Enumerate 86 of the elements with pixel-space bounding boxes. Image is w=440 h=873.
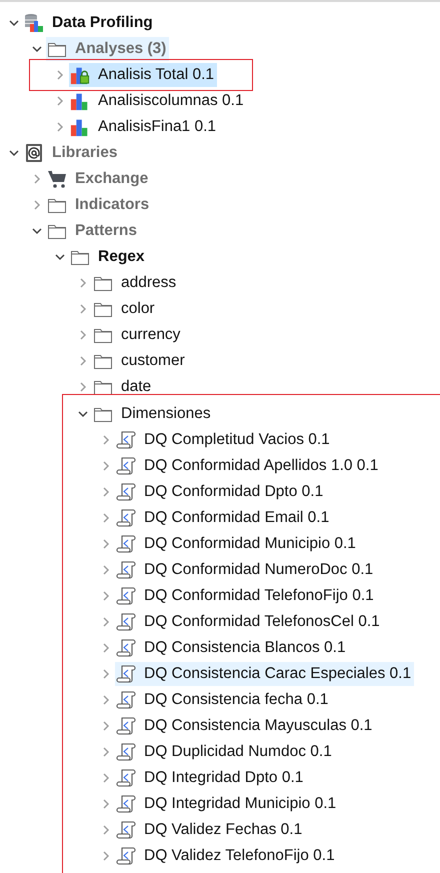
tree-item[interactable]: address <box>92 271 180 295</box>
item-label: Libraries <box>52 144 118 162</box>
tree-item[interactable]: Analisiscolumnas 0.1 <box>69 89 247 113</box>
item-label: currency <box>121 326 180 344</box>
item-label: Indicators <box>75 196 150 214</box>
scroll-icon <box>116 482 136 502</box>
tree-item[interactable]: Analisis Total 0.1 <box>69 63 218 87</box>
tree-item[interactable]: Data Profiling <box>23 11 156 35</box>
item-label: Analisis Total 0.1 <box>98 66 214 84</box>
item-label: Regex <box>98 248 145 266</box>
scroll-icon <box>116 586 136 606</box>
item-label: DQ Validez TelefonoFijo 0.1 <box>144 847 335 865</box>
item-label: DQ Integridad Dpto 0.1 <box>144 769 304 787</box>
tree-item[interactable]: DQ Integridad Municipio 0.1 <box>115 792 340 816</box>
item-label: Analisiscolumnas 0.1 <box>98 92 244 110</box>
item-label: DQ Consistencia Blancos 0.1 <box>144 639 346 657</box>
tree-item[interactable]: DQ Integridad Dpto 0.1 <box>115 766 306 790</box>
tree-item[interactable]: Analyses (3) <box>46 37 170 61</box>
tree-item[interactable]: Exchange <box>46 167 152 191</box>
tree-item[interactable]: DQ Completitud Vacios 0.1 <box>115 428 333 452</box>
tree-item[interactable]: DQ Conformidad Municipio 0.1 <box>115 532 359 556</box>
tree-item[interactable]: Regex <box>69 245 148 269</box>
tree-item[interactable]: DQ Conformidad Dpto 0.1 <box>115 480 326 504</box>
tree-item[interactable]: DQ Consistencia Blancos 0.1 <box>115 636 349 660</box>
scroll-icon <box>116 638 136 658</box>
item-label: DQ Consistencia Carac Especiales 0.1 <box>144 665 412 683</box>
item-label: DQ Conformidad Apellidos 1.0 0.1 <box>144 457 378 475</box>
tree-item[interactable]: DQ Conformidad NumeroDoc 0.1 <box>115 558 376 582</box>
item-label: DQ Consistencia Mayusculas 0.1 <box>144 717 372 735</box>
scroll-icon <box>116 430 136 450</box>
scroll-icon <box>116 742 136 762</box>
item-label: Exchange <box>75 170 148 188</box>
item-label: DQ Conformidad Municipio 0.1 <box>144 535 356 553</box>
tree-item[interactable]: currency <box>92 323 184 347</box>
tree-item[interactable]: Libraries <box>23 141 120 165</box>
scroll-icon <box>116 612 136 632</box>
item-label: color <box>121 300 155 318</box>
scroll-icon <box>116 846 136 866</box>
item-label: DQ Consistencia fecha 0.1 <box>144 691 328 709</box>
tree-item[interactable]: color <box>92 297 158 321</box>
scroll-icon <box>116 716 136 736</box>
item-label: Analyses (3) <box>75 40 166 58</box>
tree-item[interactable]: DQ Consistencia Carac Especiales 0.1 <box>115 662 414 686</box>
tree-item[interactable]: Patterns <box>46 219 140 243</box>
item-label: Data Profiling <box>52 14 153 32</box>
scroll-icon <box>116 794 136 814</box>
item-label: DQ Duplicidad Numdoc 0.1 <box>144 743 332 761</box>
item-label: address <box>121 274 176 292</box>
at-book-icon <box>24 143 44 163</box>
scroll-icon <box>116 820 136 840</box>
tree-item[interactable]: DQ Validez Fechas 0.1 <box>115 818 306 842</box>
tree-item[interactable]: DQ Consistencia fecha 0.1 <box>115 688 332 712</box>
item-label: Dimensiones <box>121 405 211 423</box>
tree-item[interactable]: DQ Conformidad TelefonoFijo 0.1 <box>115 584 377 608</box>
item-label: AnalisisFina1 0.1 <box>98 118 216 136</box>
scroll-icon <box>116 534 136 554</box>
item-label: DQ Conformidad TelefonosCel 0.1 <box>144 613 380 631</box>
item-label: DQ Conformidad Dpto 0.1 <box>144 483 324 501</box>
tree-item[interactable]: DQ Validez TelefonoFijo 0.1 <box>115 844 338 868</box>
item-label: Patterns <box>75 222 138 240</box>
item-label: DQ Conformidad Email 0.1 <box>144 509 330 527</box>
item-label: date <box>121 378 152 396</box>
item-label: customer <box>121 352 185 370</box>
tree-item[interactable]: DQ Consistencia Mayusculas 0.1 <box>115 714 376 738</box>
item-label: DQ Conformidad TelefonoFijo 0.1 <box>144 587 374 605</box>
tree-item[interactable]: DQ Conformidad Apellidos 1.0 0.1 <box>115 454 382 478</box>
item-label: DQ Completitud Vacios 0.1 <box>144 431 330 449</box>
tree-item[interactable]: DQ Conformidad TelefonosCel 0.1 <box>115 610 383 634</box>
tree-item[interactable]: DQ Conformidad Email 0.1 <box>115 506 332 530</box>
tree-item[interactable]: DQ Duplicidad Numdoc 0.1 <box>115 740 335 764</box>
tree-item[interactable]: Indicators <box>46 193 152 217</box>
scroll-icon <box>116 560 136 580</box>
scroll-icon <box>116 508 136 528</box>
scroll-icon <box>116 456 136 476</box>
tree-item[interactable]: AnalisisFina1 0.1 <box>69 115 220 139</box>
scroll-icon <box>116 690 136 710</box>
database-chart-icon <box>24 13 44 33</box>
cart-icon <box>47 169 67 189</box>
item-label: DQ Validez Fechas 0.1 <box>144 821 302 839</box>
tree-item[interactable]: customer <box>92 349 188 373</box>
item-label: DQ Conformidad NumeroDoc 0.1 <box>144 561 374 579</box>
item-label: DQ Integridad Municipio 0.1 <box>144 795 336 813</box>
scroll-icon <box>116 664 136 684</box>
scroll-icon <box>116 768 136 788</box>
tree-item[interactable]: date <box>92 375 154 399</box>
tree-item[interactable]: Dimensiones <box>92 402 214 426</box>
